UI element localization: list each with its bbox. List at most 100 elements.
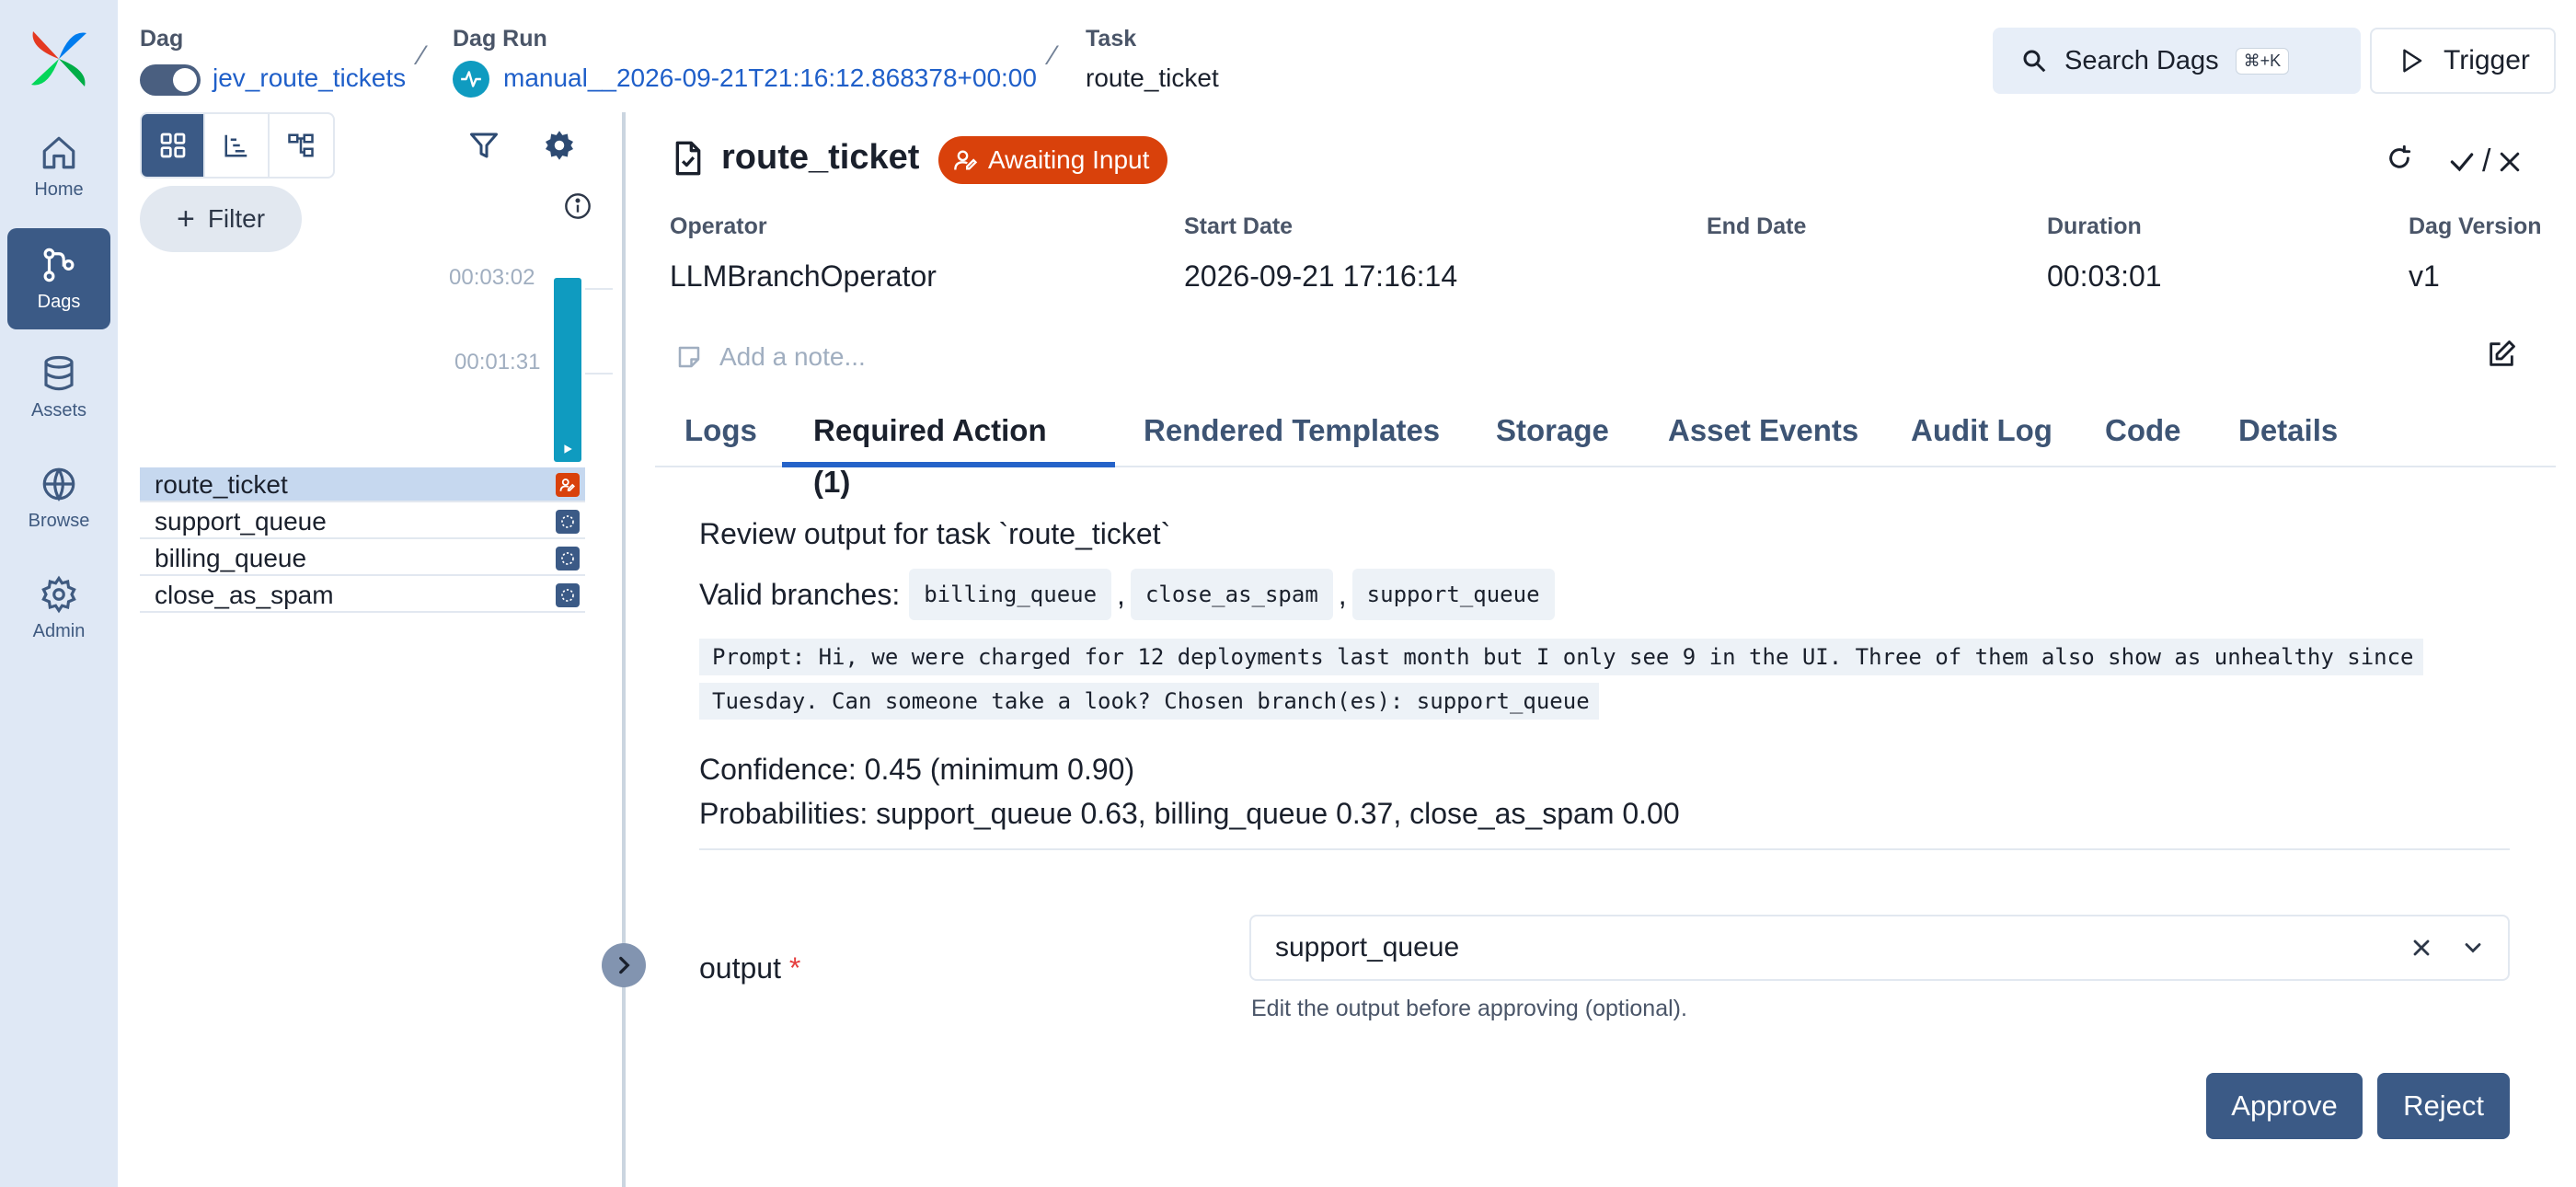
tab-logs[interactable]: Logs bbox=[684, 405, 757, 467]
task-row-route-ticket[interactable]: route_ticket bbox=[140, 467, 585, 502]
panel-resize-handle[interactable] bbox=[622, 112, 626, 1187]
duration-tick: 00:01:31 bbox=[454, 350, 541, 375]
plus-icon: + bbox=[176, 201, 195, 236]
gantt-icon bbox=[224, 134, 247, 157]
tab-required-action-label: Required Action (1) bbox=[813, 413, 1047, 499]
branch-chip: support_queue bbox=[1351, 569, 1555, 620]
note-placeholder: Add a note... bbox=[719, 342, 866, 371]
nav-browse[interactable]: Browse bbox=[7, 447, 110, 548]
trigger-button[interactable]: Trigger bbox=[2370, 28, 2556, 94]
status-badge-label: Awaiting Input bbox=[988, 145, 1150, 174]
task-name: billing_queue bbox=[155, 544, 307, 572]
check-icon bbox=[2450, 152, 2474, 171]
clear-task-button[interactable] bbox=[2385, 144, 2414, 178]
nav-home[interactable]: Home bbox=[7, 116, 110, 217]
dagrun-link[interactable]: manual__2026-09-21T21:16:12.868378+00:00 bbox=[503, 63, 1037, 93]
nav-dags-label: Dags bbox=[37, 291, 81, 312]
dagrun-duration-bar[interactable] bbox=[554, 278, 581, 462]
play-icon bbox=[564, 444, 572, 454]
tab-required-action[interactable]: Required Action (1) bbox=[782, 405, 1115, 499]
crumb-separator: ⁄ bbox=[420, 40, 425, 71]
task-row-billing-queue[interactable]: billing_queue bbox=[140, 541, 585, 576]
awaiting-input-icon[interactable] bbox=[556, 473, 580, 497]
crumb-separator: ⁄ bbox=[1051, 40, 1056, 71]
operator-value: LLMBranchOperator bbox=[670, 259, 937, 293]
airflow-logo[interactable] bbox=[28, 28, 90, 90]
reject-button[interactable]: Reject bbox=[2377, 1073, 2510, 1139]
gear-icon bbox=[546, 131, 573, 160]
tab-storage[interactable]: Storage bbox=[1496, 405, 1609, 467]
end-date-label: End Date bbox=[1707, 213, 1807, 239]
edit-note-button[interactable] bbox=[2486, 339, 2517, 375]
branch-chip: close_as_spam bbox=[1130, 569, 1333, 620]
nav-assets-label: Assets bbox=[30, 399, 87, 421]
tab-audit-log[interactable]: Audit Log bbox=[1911, 405, 2053, 467]
nav-admin[interactable]: Admin bbox=[7, 558, 110, 659]
running-state-icon bbox=[453, 61, 489, 98]
grid-settings-button[interactable] bbox=[543, 129, 576, 167]
duration-tick: 00:03:02 bbox=[449, 265, 535, 290]
collapse-panel-button[interactable] bbox=[602, 943, 646, 987]
dagrun-crumb-header: Dag Run bbox=[453, 26, 547, 52]
confidence-text: Confidence: 0.45 (minimum 0.90) bbox=[699, 753, 1135, 786]
valid-branches-label: Valid branches: bbox=[699, 577, 901, 611]
left-nav: Home Dags Assets Browse Admin bbox=[0, 0, 118, 1187]
chevron-down-icon[interactable] bbox=[2460, 935, 2486, 961]
scheduled-state-icon[interactable] bbox=[556, 510, 580, 534]
output-label-text: output bbox=[699, 951, 781, 985]
search-dags-button[interactable]: Search Dags ⌘+K bbox=[1993, 28, 2361, 94]
tab-rendered-templates[interactable]: Rendered Templates bbox=[1144, 405, 1440, 467]
prompt-block: Prompt: Hi, we were charged for 12 deplo… bbox=[699, 635, 2423, 723]
task-name: close_as_spam bbox=[155, 581, 334, 609]
tab-code[interactable]: Code bbox=[2105, 405, 2181, 467]
search-icon bbox=[2023, 50, 2046, 73]
info-icon[interactable] bbox=[563, 191, 592, 225]
required-asterisk: * bbox=[788, 951, 801, 985]
review-heading: Review output for task `route_ticket` bbox=[699, 517, 1171, 550]
task-title: route_ticket bbox=[721, 138, 920, 177]
note-field[interactable]: Add a note... bbox=[675, 342, 866, 372]
probabilities-text: Probabilities: support_queue 0.63, billi… bbox=[699, 797, 1680, 830]
search-shortcut: ⌘+K bbox=[2235, 47, 2290, 75]
dag-version-value: v1 bbox=[2409, 259, 2440, 293]
grid-view-button[interactable] bbox=[142, 114, 206, 177]
graph-icon bbox=[288, 133, 315, 157]
comma: , bbox=[1338, 577, 1347, 611]
refresh-icon bbox=[2389, 144, 2411, 168]
dag-pause-toggle[interactable] bbox=[140, 64, 201, 96]
chevron-right-icon bbox=[619, 956, 630, 974]
output-select-value: support_queue bbox=[1275, 932, 1460, 962]
approve-button[interactable]: Approve bbox=[2206, 1073, 2363, 1139]
output-select[interactable]: support_queue bbox=[1249, 915, 2510, 981]
branch-chip: billing_queue bbox=[909, 569, 1112, 620]
grid-tick-line bbox=[585, 288, 613, 290]
grid-tick-line bbox=[585, 373, 613, 375]
note-icon bbox=[678, 346, 700, 368]
dag-link[interactable]: jev_route_tickets bbox=[213, 63, 406, 93]
scheduled-state-icon[interactable] bbox=[556, 547, 580, 570]
nav-assets[interactable]: Assets bbox=[7, 337, 110, 438]
scheduled-state-icon[interactable] bbox=[556, 583, 580, 607]
tab-details[interactable]: Details bbox=[2238, 405, 2338, 467]
gantt-view-button[interactable] bbox=[205, 114, 270, 177]
task-row-close-as-spam[interactable]: close_as_spam bbox=[140, 578, 585, 613]
task-row-support-queue[interactable]: support_queue bbox=[140, 504, 585, 539]
task-icon bbox=[670, 140, 707, 181]
divider bbox=[699, 848, 2510, 850]
start-date-label: Start Date bbox=[1184, 213, 1294, 239]
tab-asset-events[interactable]: Asset Events bbox=[1668, 405, 1858, 467]
duration-label: Duration bbox=[2047, 213, 2142, 239]
gear-icon bbox=[41, 575, 76, 613]
graph-view-button[interactable] bbox=[270, 114, 333, 177]
dag-crumb-header: Dag bbox=[140, 26, 184, 52]
slash-separator: / bbox=[2482, 144, 2491, 179]
mark-as-button[interactable]: / bbox=[2447, 144, 2524, 179]
filter-icon-button[interactable] bbox=[467, 129, 500, 167]
nav-dags[interactable]: Dags bbox=[7, 228, 110, 329]
output-helper-text: Edit the output before approving (option… bbox=[1251, 996, 1687, 1021]
filter-button[interactable]: + Filter bbox=[140, 186, 302, 252]
clear-icon[interactable] bbox=[2409, 935, 2434, 961]
database-icon bbox=[44, 355, 74, 390]
search-dags-label: Search Dags bbox=[2064, 45, 2219, 75]
task-tabs: Logs Required Action (1) Rendered Templa… bbox=[655, 405, 2556, 499]
